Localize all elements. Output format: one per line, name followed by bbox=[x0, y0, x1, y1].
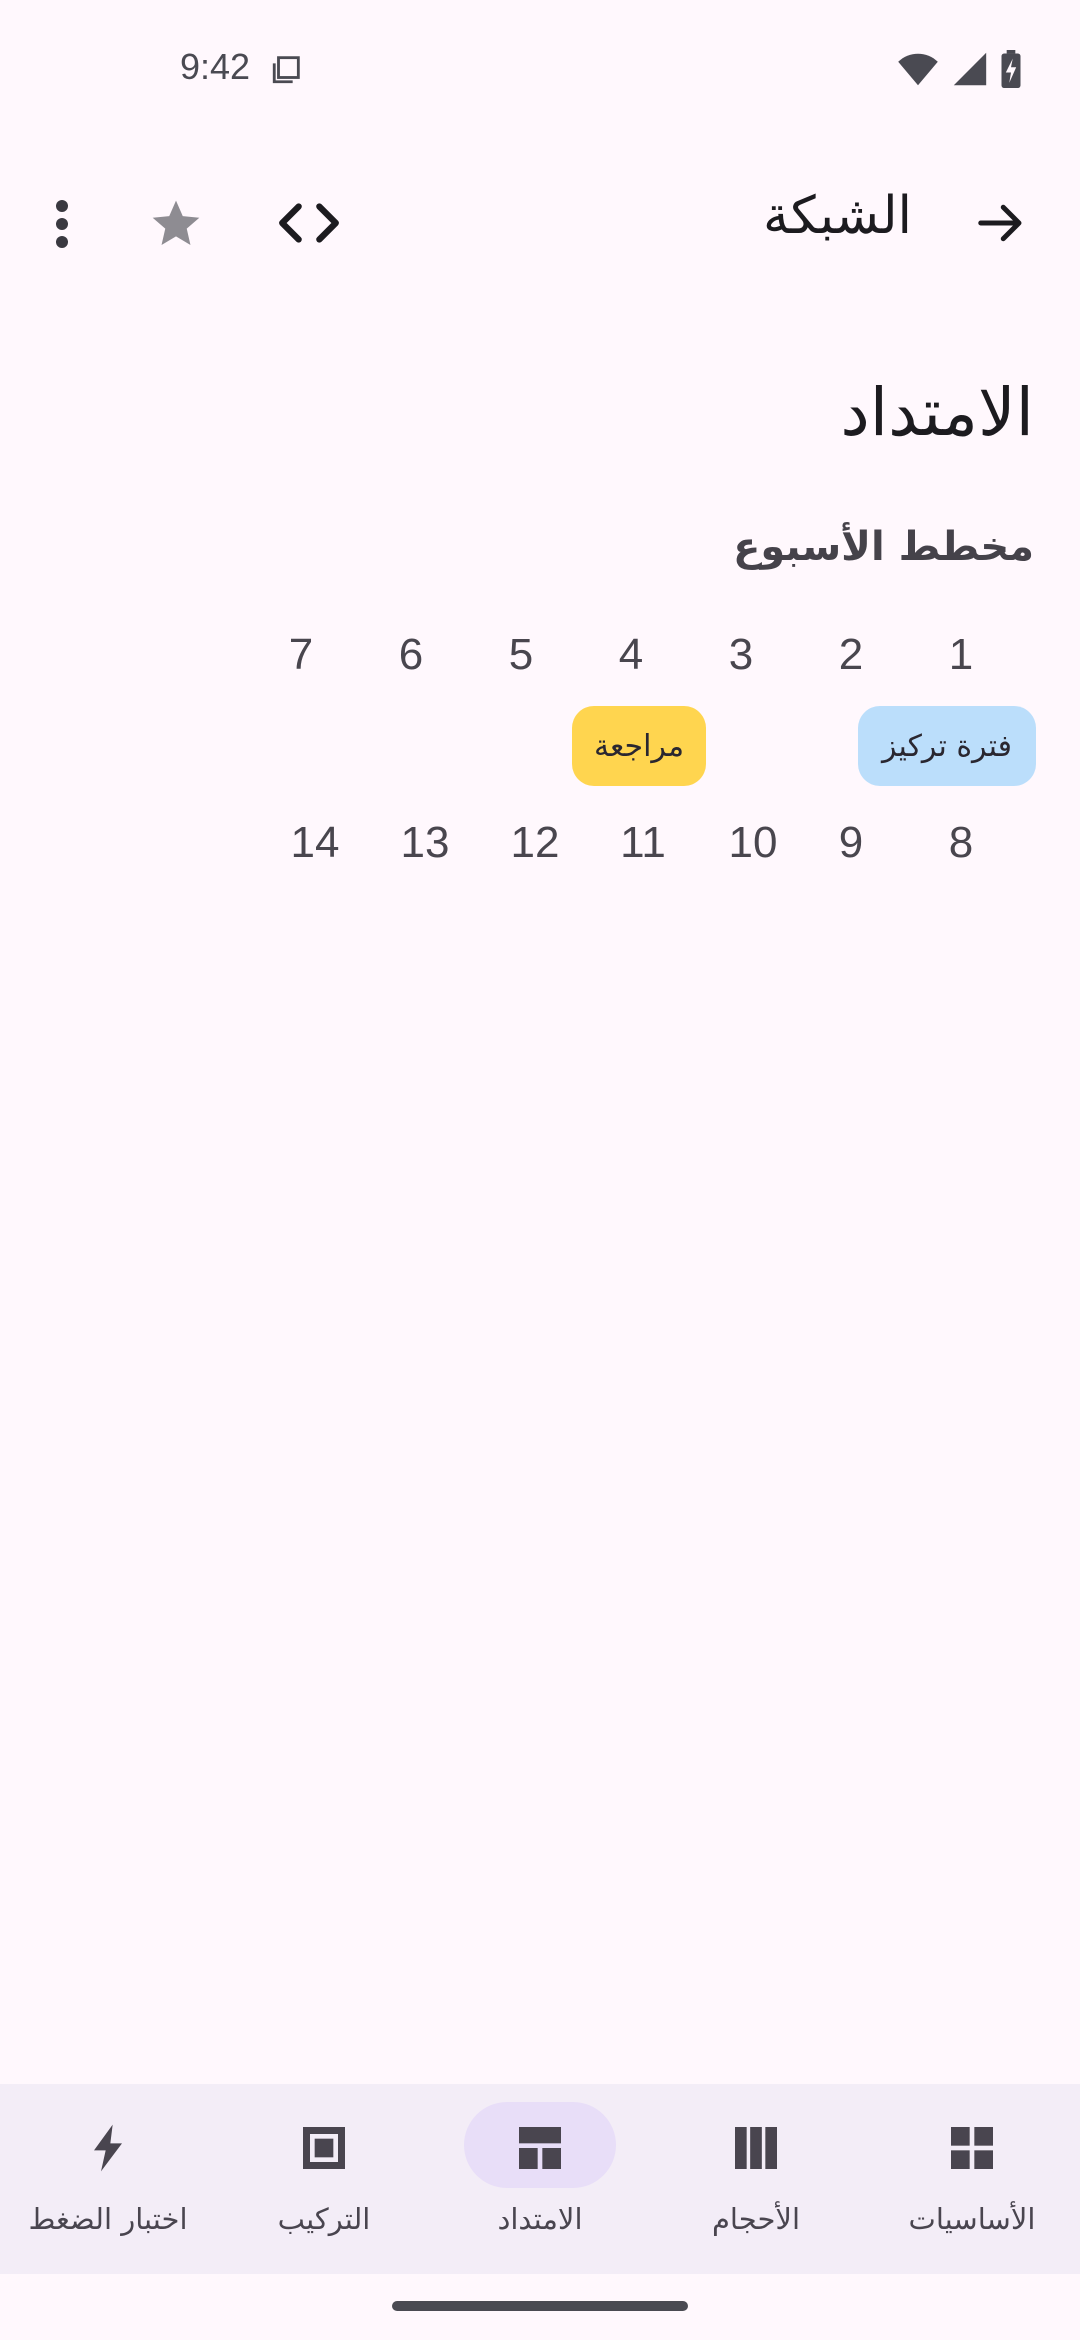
star-icon[interactable] bbox=[148, 196, 204, 252]
nav-label: الامتداد bbox=[497, 2202, 583, 2236]
code-icon[interactable] bbox=[276, 198, 342, 248]
wifi-icon bbox=[898, 53, 938, 86]
day-number: 6 bbox=[398, 630, 424, 679]
day-number: 1 bbox=[948, 630, 974, 679]
composition-icon bbox=[303, 2127, 345, 2169]
nav-label: اختبار الضغط bbox=[28, 2202, 188, 2236]
day-number: 12 bbox=[510, 818, 560, 867]
nav-item-span[interactable]: الامتداد bbox=[432, 2084, 648, 2274]
nav-label: الأحجام bbox=[711, 2202, 801, 2236]
section-title: الامتداد bbox=[840, 374, 1034, 451]
day-number: 11 bbox=[620, 818, 666, 867]
screenshot-notification-icon bbox=[272, 56, 300, 84]
nav-item-composition[interactable]: التركيب bbox=[216, 2084, 432, 2274]
app-bar-title: الشبكة bbox=[763, 186, 912, 246]
nav-item-sizes[interactable]: الأحجام bbox=[648, 2084, 864, 2274]
bolt-icon bbox=[94, 2124, 122, 2172]
day-number: 8 bbox=[948, 818, 974, 867]
day-number: 9 bbox=[838, 818, 864, 867]
nav-item-stress-test[interactable]: اختبار الضغط bbox=[0, 2084, 216, 2274]
day-number: 7 bbox=[288, 630, 314, 679]
day-number: 10 bbox=[728, 818, 778, 867]
grid-icon bbox=[951, 2127, 993, 2169]
event-chip-review[interactable]: مراجعة bbox=[572, 706, 706, 786]
cellular-signal-icon bbox=[953, 52, 987, 86]
day-number: 14 bbox=[290, 818, 340, 867]
day-number: 5 bbox=[508, 630, 534, 679]
nav-label: الأساسيات bbox=[908, 2202, 1036, 2236]
day-number: 13 bbox=[400, 818, 450, 867]
nav-item-basics[interactable]: الأساسيات bbox=[864, 2084, 1080, 2274]
status-time: 9:42 bbox=[180, 46, 251, 87]
span-layout-icon bbox=[519, 2127, 561, 2169]
columns-icon bbox=[735, 2127, 777, 2169]
day-number: 2 bbox=[838, 630, 864, 679]
week-plan-heading: مخطط الأسبوع bbox=[733, 524, 1034, 570]
status-icons bbox=[896, 50, 1022, 88]
nav-label: التركيب bbox=[277, 2202, 371, 2236]
bottom-navigation: الأساسيات الأحجام الامتداد التركيب اختبا… bbox=[0, 2084, 1080, 2274]
event-chip-focus[interactable]: فترة تركيز bbox=[858, 706, 1036, 786]
more-vert-icon[interactable] bbox=[44, 196, 80, 252]
back-arrow-icon[interactable] bbox=[974, 196, 1028, 250]
home-indicator[interactable] bbox=[392, 2301, 688, 2311]
battery-charging-icon bbox=[1001, 50, 1021, 88]
day-number: 4 bbox=[618, 630, 644, 679]
day-number: 3 bbox=[728, 630, 754, 679]
